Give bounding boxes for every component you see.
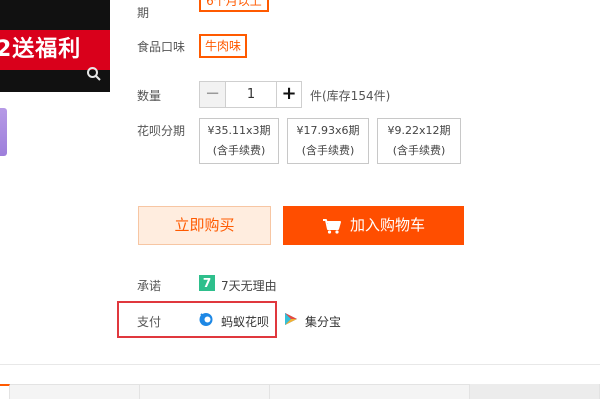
add-to-cart-button[interactable]: 加入购物车: [283, 206, 464, 245]
period-label: 期: [137, 6, 150, 20]
promo-banner-text: 2送福利: [0, 37, 82, 62]
stock-text: 件(库存154件): [310, 89, 391, 103]
section-divider: [0, 364, 600, 365]
payment-method-huabei[interactable]: 蚂蚁花呗: [221, 313, 269, 330]
period-option-selected[interactable]: 6个月以上: [199, 0, 269, 12]
installment-fee: (含手续费): [301, 144, 355, 157]
installment-price: ¥9.22x12期: [387, 124, 451, 137]
installment-label: 花呗分期: [137, 124, 186, 138]
quantity-label: 数量: [137, 89, 162, 103]
buy-now-button[interactable]: 立即购买: [138, 206, 271, 245]
payment-label: 支付: [137, 315, 162, 329]
seven-day-icon: 7: [199, 275, 215, 291]
cart-icon: [322, 218, 341, 234]
installment-plan-6[interactable]: ¥17.93x6期 (含手续费): [287, 118, 369, 164]
installment-price: ¥17.93x6期: [296, 124, 360, 137]
promise-label: 承诺: [137, 279, 162, 293]
quantity-stepper: − 1 +: [199, 81, 302, 108]
tab-item[interactable]: [140, 384, 270, 399]
zoom-icon[interactable]: [86, 66, 102, 82]
jifenbao-icon: [285, 313, 297, 325]
quantity-decrease-button[interactable]: −: [200, 82, 226, 107]
flavor-label: 食品口味: [137, 40, 186, 54]
tab-active[interactable]: [0, 384, 10, 399]
side-thumbnail-tab[interactable]: [0, 108, 7, 156]
payment-method-jifenbao[interactable]: 集分宝: [305, 313, 341, 330]
installment-plan-12[interactable]: ¥9.22x12期 (含手续费): [377, 118, 461, 164]
installment-fee: (含手续费): [212, 144, 266, 157]
installment-plan-3[interactable]: ¥35.11x3期 (含手续费): [199, 118, 279, 164]
quantity-input[interactable]: 1: [226, 82, 276, 107]
installment-fee: (含手续费): [392, 144, 446, 157]
flavor-option-selected[interactable]: 牛肉味: [199, 34, 248, 58]
add-to-cart-label: 加入购物车: [349, 216, 425, 234]
installment-price: ¥35.11x3期: [207, 124, 271, 137]
seven-day-return-text[interactable]: 7天无理由: [221, 277, 277, 294]
quantity-increase-button[interactable]: +: [276, 82, 301, 107]
tab-item[interactable]: [270, 384, 470, 399]
huabei-icon: [199, 313, 213, 326]
product-image[interactable]: 2送福利: [0, 0, 110, 92]
tab-item[interactable]: [470, 384, 600, 399]
tab-item[interactable]: [10, 384, 140, 399]
